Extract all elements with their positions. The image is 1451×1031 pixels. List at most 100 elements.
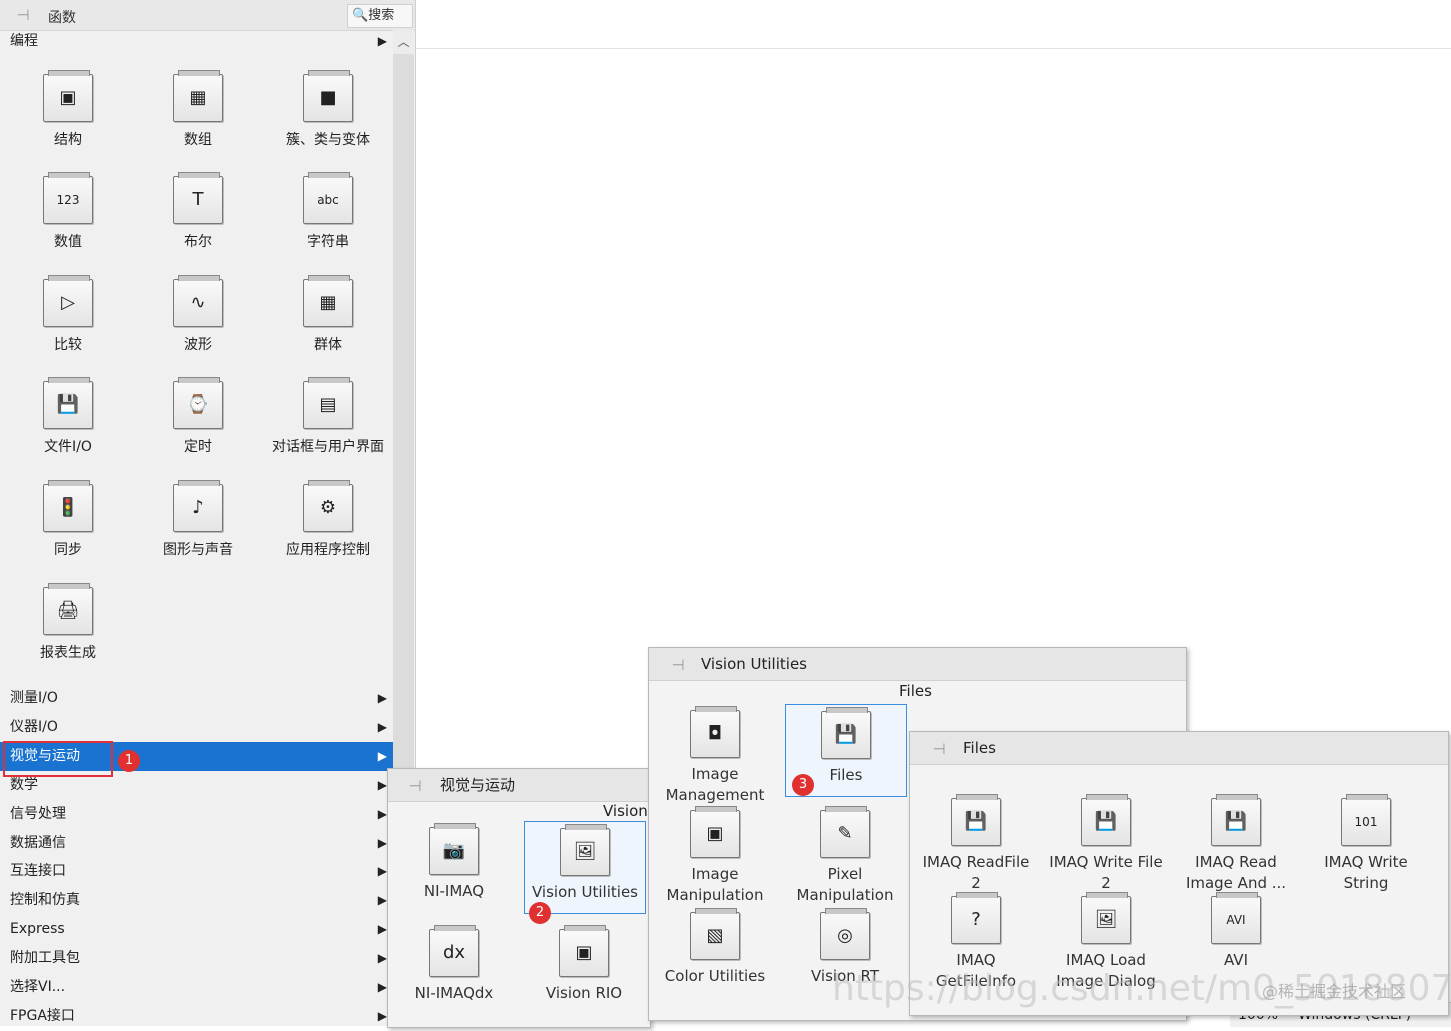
category-row-label: 选择VI... [10,979,66,995]
palette-subitem[interactable]: ▣ Image Manipulation [655,806,775,906]
palette-subitem[interactable]: 101 IMAQ Write String [1306,794,1426,894]
palette-item-boolean[interactable]: T 布尔 [138,172,258,252]
category-row[interactable]: 数据通信 ▶ [0,829,393,858]
palette-item-label: 波形 [184,337,212,353]
category-row-label: FPGA接口 [10,1007,75,1024]
category-row[interactable]: FPGA接口 ▶ [0,1002,393,1031]
palette-item-report-generation[interactable]: 🖨 报表生成 [8,583,128,663]
category-row-label: 互连接口 [10,863,66,880]
category-row[interactable]: 仪器I/O ▶ [0,713,393,742]
category-row-label: 数学 [10,776,38,793]
palette-item-label: 群体 [314,337,342,353]
step-badge-1: 1 [118,750,140,772]
subpalette-item-icon: AVI [1211,892,1261,944]
category-row[interactable]: 互连接口 ▶ [0,857,393,886]
palette-item-array[interactable]: ▦ 数组 [138,70,258,150]
palette-item-synchronization[interactable]: 🚦 同步 [8,480,128,560]
category-row[interactable]: 控制和仿真 ▶ [0,886,393,915]
palette-subitem[interactable]: AVI AVI [1176,892,1296,971]
subpalette-item-label: IMAQ Write String [1324,853,1408,892]
graphics-sound-icon: ♪ [173,480,223,532]
palette-item-label: 报表生成 [40,645,96,661]
palette-item-application-control[interactable]: ⚙ 应用程序控制 [268,480,388,560]
files-title-bar: ⊣ Files [910,732,1448,765]
submenu-arrow-icon: ▶ [377,719,387,734]
palette-item-waveform[interactable]: ∿ 波形 [138,275,258,355]
scroll-up-chevron-icon[interactable]: ︿ [393,30,414,54]
subpalette-item-icon: ▣ [690,806,740,858]
string-icon: abc [303,172,353,224]
palette-item-timing[interactable]: ⌚ 定时 [138,377,258,457]
boolean-icon: T [173,172,223,224]
palette-item-numeric[interactable]: 123 数值 [8,172,128,252]
synchronization-grid-icon: ▦ [303,275,353,327]
category-row[interactable]: 测量I/O ▶ [0,684,393,713]
subpalette-item-icon: ✎ [820,806,870,858]
submenu-arrow-icon: ▶ [377,777,387,792]
palette-item-comparison[interactable]: ▷ 比较 [8,275,128,355]
submenu-arrow-icon: ▶ [377,893,387,908]
palette-item-string[interactable]: abc 字符串 [268,172,388,252]
palette-item-synchronization-grid[interactable]: ▦ 群体 [268,275,388,355]
palette-item-structure[interactable]: ▣ 结构 [8,70,128,150]
pin-icon[interactable]: ⊣ [930,740,948,758]
subpalette-item-label: IMAQ Write File 2 [1049,853,1163,892]
palette-item-file-io[interactable]: 💾 文件I/O [8,377,128,457]
waveform-icon: ∿ [173,275,223,327]
palette-item-graphics-sound[interactable]: ♪ 图形与声音 [138,480,258,560]
numeric-icon: 123 [43,172,93,224]
palette-item-label: 图形与声音 [163,542,233,558]
subpalette-item-label: Vision Utilities [532,883,638,901]
structure-icon: ▣ [43,70,93,122]
subpalette-item-icon: ▣ [559,925,609,977]
subpalette-item-label: NI-IMAQdx [414,984,494,1002]
category-row[interactable]: Express ▶ [0,915,393,944]
palette-item-label: 比较 [54,337,82,353]
palette-subitem[interactable]: ▧ Color Utilities [655,908,775,987]
category-row[interactable]: 选择VI... ▶ [0,973,393,1002]
category-row-label: Express [10,921,65,938]
step-badge-2: 2 [529,902,551,924]
subpalette-item-label: Pixel Manipulation [796,865,894,904]
pin-icon[interactable]: ⊣ [14,6,32,24]
category-row[interactable]: 附加工具包 ▶ [0,944,393,973]
palette-item-label: 结构 [54,132,82,148]
files-title: Files [963,739,996,757]
palette-subitem[interactable]: ▣ Vision RIO [524,925,644,1004]
palette-item-cluster-class-variant[interactable]: ■ 簇、类与变体 [268,70,388,150]
vision-section-label: Vision [603,802,648,820]
vision-utilities-title-bar: ⊣ Vision Utilities [649,648,1186,681]
dialog-ui-icon: ▤ [303,377,353,429]
category-row-label: 仪器I/O [10,718,58,735]
palette-subitem[interactable]: ✎ Pixel Manipulation [785,806,905,906]
palette-subitem[interactable]: 💾 IMAQ ReadFile 2 [916,794,1036,894]
subpalette-item-icon: 💾 [1081,794,1131,846]
cluster-class-variant-icon: ■ [303,70,353,122]
palette-item-dialog-ui[interactable]: ▤ 对话框与用户界面 [268,377,388,457]
palette-item-label: 簇、类与变体 [286,132,370,148]
community-watermark: @稀土掘金技术社区 [1262,982,1407,1001]
pin-icon[interactable]: ⊣ [406,777,424,795]
editor-divider [416,48,1451,49]
palette-subitem[interactable]: 🖼 Vision Utilities [524,821,646,914]
subpalette-item-label: Image Manipulation [666,865,764,904]
submenu-arrow-icon: ▶ [377,1008,387,1023]
palette-subitem[interactable]: dx NI-IMAQdx [394,925,514,1004]
search-button[interactable]: 🔍搜索 [347,4,413,28]
palette-item-label: 数组 [184,132,212,148]
pin-icon[interactable]: ⊣ [669,656,687,674]
palette-subitem[interactable]: 📷 NI-IMAQ [394,823,514,902]
category-row[interactable]: 信号处理 ▶ [0,800,393,829]
subpalette-item-label: Color Utilities [664,967,766,985]
palette-item-label: 字符串 [307,234,349,250]
array-icon: ▦ [173,70,223,122]
files-section-label: Files [899,682,932,700]
vision-utilities-title: Vision Utilities [701,655,807,673]
palette-title-bar: ⊣ 函数 🔍搜索 [0,0,415,31]
palette-subitem[interactable]: 💾 IMAQ Write File 2 [1046,794,1166,894]
subpalette-item-icon: dx [429,925,479,977]
category-header-programming[interactable]: 编程 ▶ [0,30,393,52]
subpalette-item-icon: 🖼 [1081,892,1131,944]
palette-subitem[interactable]: 💾 IMAQ Read Image And ... [1176,794,1296,894]
palette-subitem[interactable]: ◘ Image Management [655,706,775,806]
